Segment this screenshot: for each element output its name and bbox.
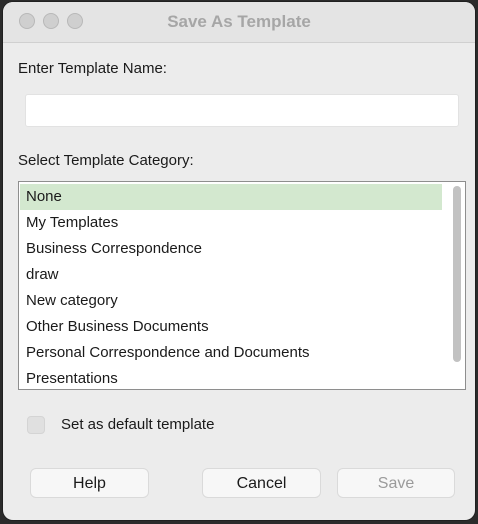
- template-category-label: Select Template Category:: [18, 152, 194, 169]
- title-bar: Save As Template: [3, 2, 475, 43]
- help-button[interactable]: Help: [30, 468, 149, 498]
- template-name-label: Enter Template Name:: [18, 60, 167, 77]
- save-as-template-dialog: Save As Template Enter Template Name: Se…: [3, 2, 475, 520]
- category-list-scrollbar[interactable]: [453, 186, 461, 362]
- category-item-personal-correspondence[interactable]: Personal Correspondence and Documents: [20, 340, 442, 366]
- category-item-other-business-documents[interactable]: Other Business Documents: [20, 314, 442, 340]
- default-template-checkbox[interactable]: [27, 416, 45, 434]
- default-template-label[interactable]: Set as default template: [61, 416, 214, 433]
- save-button[interactable]: Save: [337, 468, 455, 498]
- category-item-draw[interactable]: draw: [20, 262, 442, 288]
- dialog-title: Save As Template: [167, 12, 311, 31]
- category-item-new-category[interactable]: New category: [20, 288, 442, 314]
- category-item-none[interactable]: None: [20, 184, 442, 210]
- category-item-business-correspondence[interactable]: Business Correspondence: [20, 236, 442, 262]
- template-name-input[interactable]: [25, 94, 459, 127]
- template-category-list[interactable]: None My Templates Business Correspondenc…: [18, 181, 466, 390]
- cancel-button[interactable]: Cancel: [202, 468, 321, 498]
- category-item-my-templates[interactable]: My Templates: [20, 210, 442, 236]
- category-item-presentations[interactable]: Presentations: [20, 366, 442, 389]
